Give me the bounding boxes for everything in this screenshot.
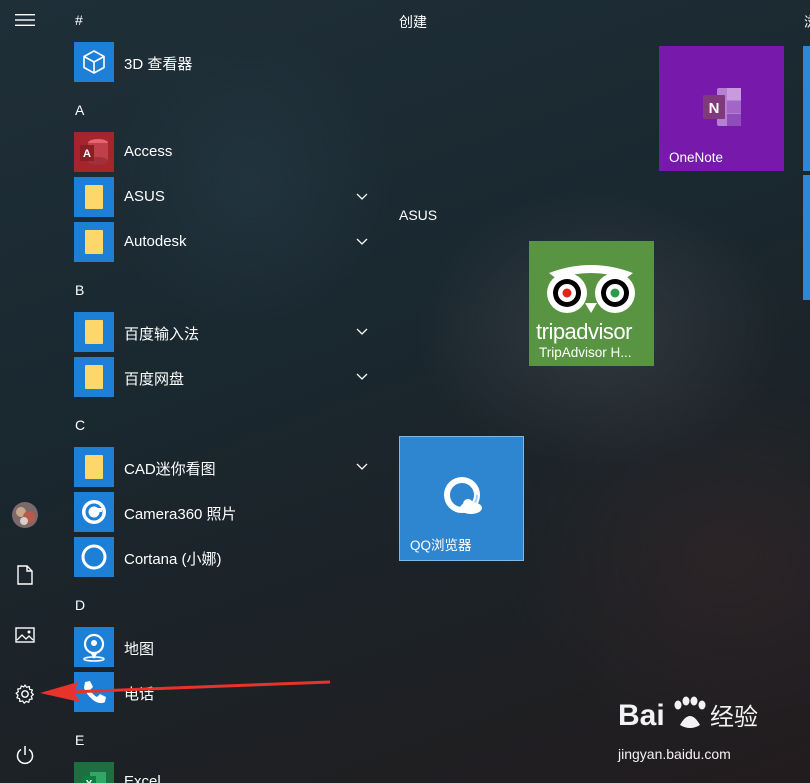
app-camera360[interactable]: Camera360 照片 (74, 492, 374, 532)
app-label: Cortana (小娜) (124, 551, 222, 568)
power-button[interactable] (5, 735, 45, 775)
start-rail (0, 0, 50, 783)
pictures-button[interactable] (5, 615, 45, 655)
app-label: Autodesk (124, 233, 187, 250)
section-header-hash[interactable]: # (75, 12, 83, 28)
chevron-down-icon[interactable] (355, 189, 369, 203)
app-label: ASUS (124, 188, 165, 205)
baidu-jingyan-watermark: Bai 经验 jingyan.baidu.com (618, 691, 768, 771)
onenote-tile[interactable]: N OneNote (659, 46, 784, 171)
tile-label: TripAdvisor H... (539, 345, 632, 360)
tripadvisor-tile[interactable]: tripadvisor TripAdvisor H... (529, 241, 654, 366)
app-access[interactable]: A Access (74, 132, 374, 172)
picture-icon (15, 627, 35, 643)
section-header-a[interactable]: A (75, 102, 84, 118)
svg-text:N: N (709, 100, 720, 117)
app-label: 百度网盘 (124, 371, 185, 388)
app-label: 百度输入法 (124, 326, 200, 343)
section-header-d[interactable]: D (75, 597, 85, 613)
tile-group-asus-title[interactable]: ASUS (399, 207, 437, 223)
partial-tile-1[interactable] (803, 46, 810, 171)
app-cortana[interactable]: Cortana (小娜) (74, 537, 374, 577)
svg-text:A: A (83, 148, 91, 160)
svg-text:X: X (86, 779, 93, 783)
cortana-icon (74, 537, 114, 577)
chevron-down-icon[interactable] (355, 459, 369, 473)
map-icon (74, 627, 114, 667)
tile-group-partial-title[interactable]: 浏 (804, 12, 810, 32)
tile-label: QQ浏览器 (410, 538, 472, 553)
app-label: 3D 查看器 (124, 56, 193, 73)
hamburger-icon (15, 14, 35, 26)
qq-browser-icon (444, 477, 482, 514)
user-account-button[interactable] (5, 495, 45, 535)
chevron-down-icon[interactable] (355, 369, 369, 383)
tile-group-create-title[interactable]: 创建 (399, 12, 427, 32)
app-folder-cad[interactable]: CAD迷你看图 (74, 447, 374, 487)
cube-icon (74, 42, 114, 82)
svg-text:Bai: Bai (618, 699, 665, 732)
folder-icon (74, 222, 114, 262)
folder-icon (74, 312, 114, 352)
tripadvisor-owl-icon (547, 265, 635, 313)
section-header-b[interactable]: B (75, 282, 84, 298)
access-icon: A (74, 132, 114, 172)
qq-browser-tile[interactable]: QQ浏览器 (399, 436, 524, 561)
tripadvisor-wordmark: tripadvisor (536, 319, 632, 344)
app-label: CAD迷你看图 (124, 461, 216, 478)
app-3d-viewer[interactable]: 3D 查看器 (74, 42, 374, 82)
app-excel[interactable]: X Excel (74, 762, 374, 783)
baidu-paw-icon: Bai 经验 (618, 696, 758, 732)
app-folder-autodesk[interactable]: Autodesk (74, 222, 374, 262)
app-label: Camera360 照片 (124, 506, 237, 523)
app-folder-baidu-ime[interactable]: 百度输入法 (74, 312, 374, 352)
partial-tile-2[interactable] (803, 175, 810, 300)
app-folder-baidu-netdisk[interactable]: 百度网盘 (74, 357, 374, 397)
app-label: Access (124, 143, 173, 160)
hamburger-menu-button[interactable] (5, 0, 45, 40)
onenote-icon: N (703, 88, 741, 126)
app-maps[interactable]: 地图 (74, 627, 374, 667)
folder-icon (74, 357, 114, 397)
power-icon (16, 746, 34, 765)
section-header-c[interactable]: C (75, 417, 85, 433)
app-list: # 3D 查看器 A A Access ASUS Autodesk B 百度输入… (64, 0, 384, 783)
folder-icon (74, 177, 114, 217)
tile-label: OneNote (669, 150, 724, 165)
section-header-e[interactable]: E (75, 732, 84, 748)
svg-text:经验: 经验 (710, 703, 758, 731)
documents-button[interactable] (5, 555, 45, 595)
chevron-down-icon[interactable] (355, 234, 369, 248)
app-folder-asus[interactable]: ASUS (74, 177, 374, 217)
folder-icon (74, 447, 114, 487)
app-label: 地图 (124, 641, 155, 658)
watermark-url: jingyan.baidu.com (618, 746, 731, 762)
chevron-down-icon[interactable] (355, 324, 369, 338)
document-icon (17, 565, 33, 585)
annotation-arrow-icon (40, 680, 331, 702)
app-label: Excel (124, 773, 161, 783)
user-avatar (12, 502, 38, 528)
excel-icon: X (74, 762, 114, 783)
camera360-icon (74, 492, 114, 532)
